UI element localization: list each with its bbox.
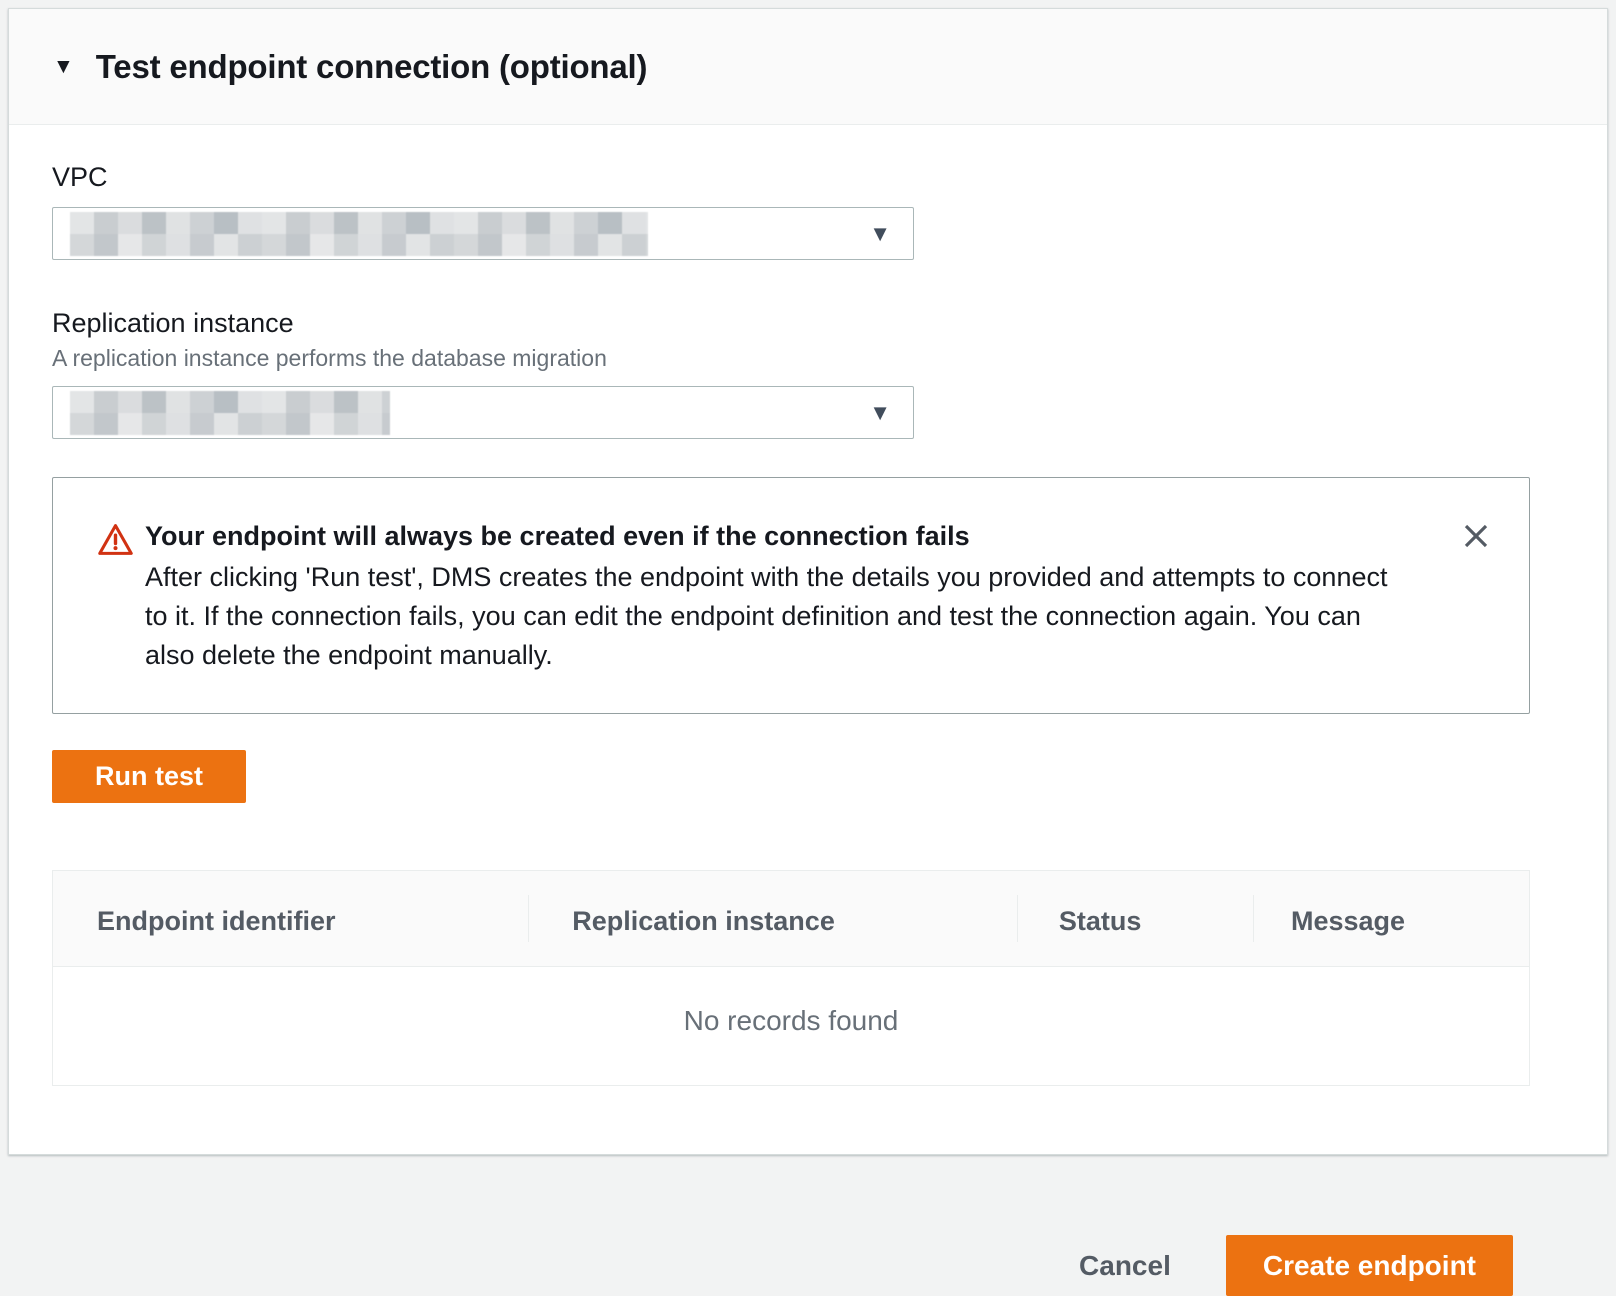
cancel-button[interactable]: Cancel xyxy=(1079,1250,1171,1282)
table-header-row: Endpoint identifier Replication instance… xyxy=(53,871,1529,967)
warning-triangle-icon xyxy=(97,519,145,563)
run-test-button[interactable]: Run test xyxy=(52,750,246,803)
panel-body: VPC ▼ Replication instance A replication… xyxy=(9,125,1607,1154)
dropdown-caret-icon: ▼ xyxy=(869,402,891,424)
vpc-selected-value-redacted xyxy=(70,212,648,256)
replication-instance-select[interactable]: ▼ xyxy=(52,386,914,439)
column-header-status: Status xyxy=(1017,871,1253,966)
test-endpoint-connection-panel: ▼ Test endpoint connection (optional) VP… xyxy=(8,8,1608,1155)
vpc-label: VPC xyxy=(52,161,1512,193)
alert-title: Your endpoint will always be created eve… xyxy=(145,519,1401,553)
alert-body: After clicking 'Run test', DMS creates t… xyxy=(145,558,1401,675)
close-icon xyxy=(1461,521,1491,551)
dropdown-caret-icon: ▼ xyxy=(869,223,891,245)
replication-instance-label: Replication instance xyxy=(52,307,1512,339)
alert-close-button[interactable] xyxy=(1461,521,1491,551)
column-header-message: Message xyxy=(1253,871,1529,966)
create-endpoint-button[interactable]: Create endpoint xyxy=(1226,1235,1513,1296)
vpc-select[interactable]: ▼ xyxy=(52,207,914,260)
panel-title: Test endpoint connection (optional) xyxy=(96,48,648,86)
panel-expander-header[interactable]: ▼ Test endpoint connection (optional) xyxy=(9,9,1607,125)
vpc-field: VPC ▼ xyxy=(52,161,1512,260)
endpoint-warning-alert: Your endpoint will always be created eve… xyxy=(52,477,1530,714)
form-footer-actions: Cancel Create endpoint xyxy=(0,1155,1616,1296)
replication-instance-field: Replication instance A replication insta… xyxy=(52,307,1512,439)
connection-results-table: Endpoint identifier Replication instance… xyxy=(52,870,1530,1086)
replication-instance-description: A replication instance performs the data… xyxy=(52,344,1512,372)
column-header-replication-instance: Replication instance xyxy=(528,871,1017,966)
caret-down-icon: ▼ xyxy=(53,56,74,77)
replication-instance-selected-value-redacted xyxy=(70,391,390,435)
alert-text: Your endpoint will always be created eve… xyxy=(145,519,1461,675)
column-header-endpoint-identifier: Endpoint identifier xyxy=(53,871,528,966)
table-empty-state: No records found xyxy=(53,967,1529,1085)
